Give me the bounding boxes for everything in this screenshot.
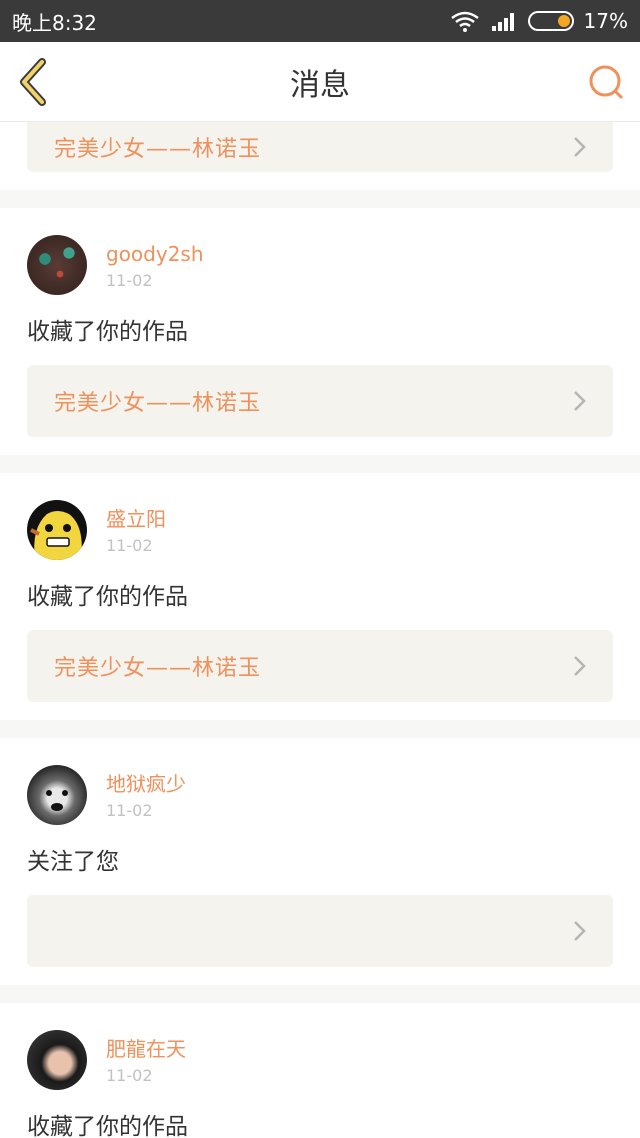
divider — [0, 455, 640, 473]
app-header: 消息 — [0, 42, 640, 122]
work-link[interactable]: 完美少女——林诺玉 — [27, 630, 613, 702]
chevron-right-icon — [574, 137, 586, 157]
battery-percent: 17% — [583, 9, 628, 33]
username[interactable]: 盛立阳 — [106, 506, 166, 532]
work-title: 完美少女——林诺玉 — [54, 656, 262, 681]
status-icons: 17% — [450, 9, 628, 33]
timestamp: 11-02 — [106, 1066, 153, 1085]
chevron-left-icon[interactable] — [14, 58, 54, 106]
timestamp: 11-02 — [106, 271, 153, 290]
username[interactable]: 肥龍在天 — [106, 1036, 186, 1062]
action-text: 收藏了你的作品 — [27, 584, 188, 610]
status-time: 晚上8:32 — [12, 10, 97, 35]
cartoon-face-icon — [30, 511, 82, 560]
divider — [0, 985, 640, 1003]
message-card: goody2sh 11-02 收藏了你的作品 完美少女——林诺玉 — [0, 208, 640, 455]
work-title: 完美少女——林诺玉 — [54, 137, 262, 162]
work-link[interactable]: 完美少女——林诺玉 — [27, 122, 613, 172]
username[interactable]: goody2sh — [106, 241, 204, 267]
divider — [0, 720, 640, 738]
work-link[interactable]: 完美少女——林诺玉 — [27, 365, 613, 437]
action-text: 收藏了你的作品 — [27, 1114, 188, 1138]
page-title: 消息 — [290, 67, 350, 103]
wifi-icon — [450, 11, 479, 32]
divider — [0, 190, 640, 208]
chevron-right-icon — [574, 656, 586, 676]
avatar[interactable] — [27, 500, 87, 560]
avatar[interactable] — [27, 235, 87, 295]
battery-icon — [527, 11, 574, 31]
username[interactable]: 地狱疯少 — [106, 771, 186, 797]
action-text: 收藏了你的作品 — [27, 319, 188, 345]
dog-face-icon — [46, 790, 68, 811]
message-card: 盛立阳 11-02 收藏了你的作品 完美少女——林诺玉 — [0, 473, 640, 720]
work-title: 完美少女——林诺玉 — [54, 391, 262, 416]
signal-icon — [491, 13, 514, 31]
timestamp: 11-02 — [106, 801, 153, 820]
chevron-right-icon — [574, 921, 586, 941]
action-text: 关注了您 — [27, 849, 119, 875]
message-card: 完美少女——林诺玉 — [0, 122, 640, 190]
message-feed: 完美少女——林诺玉 goody2sh 11-02 收藏了你的作品 完美少女——林… — [0, 122, 640, 1138]
message-card: 地狱疯少 11-02 关注了您 — [0, 738, 640, 985]
avatar[interactable] — [27, 1030, 87, 1090]
avatar[interactable] — [27, 765, 87, 825]
search-icon[interactable] — [586, 62, 626, 102]
status-bar: 晚上8:32 17% — [0, 0, 640, 42]
chevron-right-icon — [574, 391, 586, 411]
timestamp: 11-02 — [106, 536, 153, 555]
work-link[interactable] — [27, 895, 613, 967]
message-card: 肥龍在天 11-02 收藏了你的作品 — [0, 1003, 640, 1138]
